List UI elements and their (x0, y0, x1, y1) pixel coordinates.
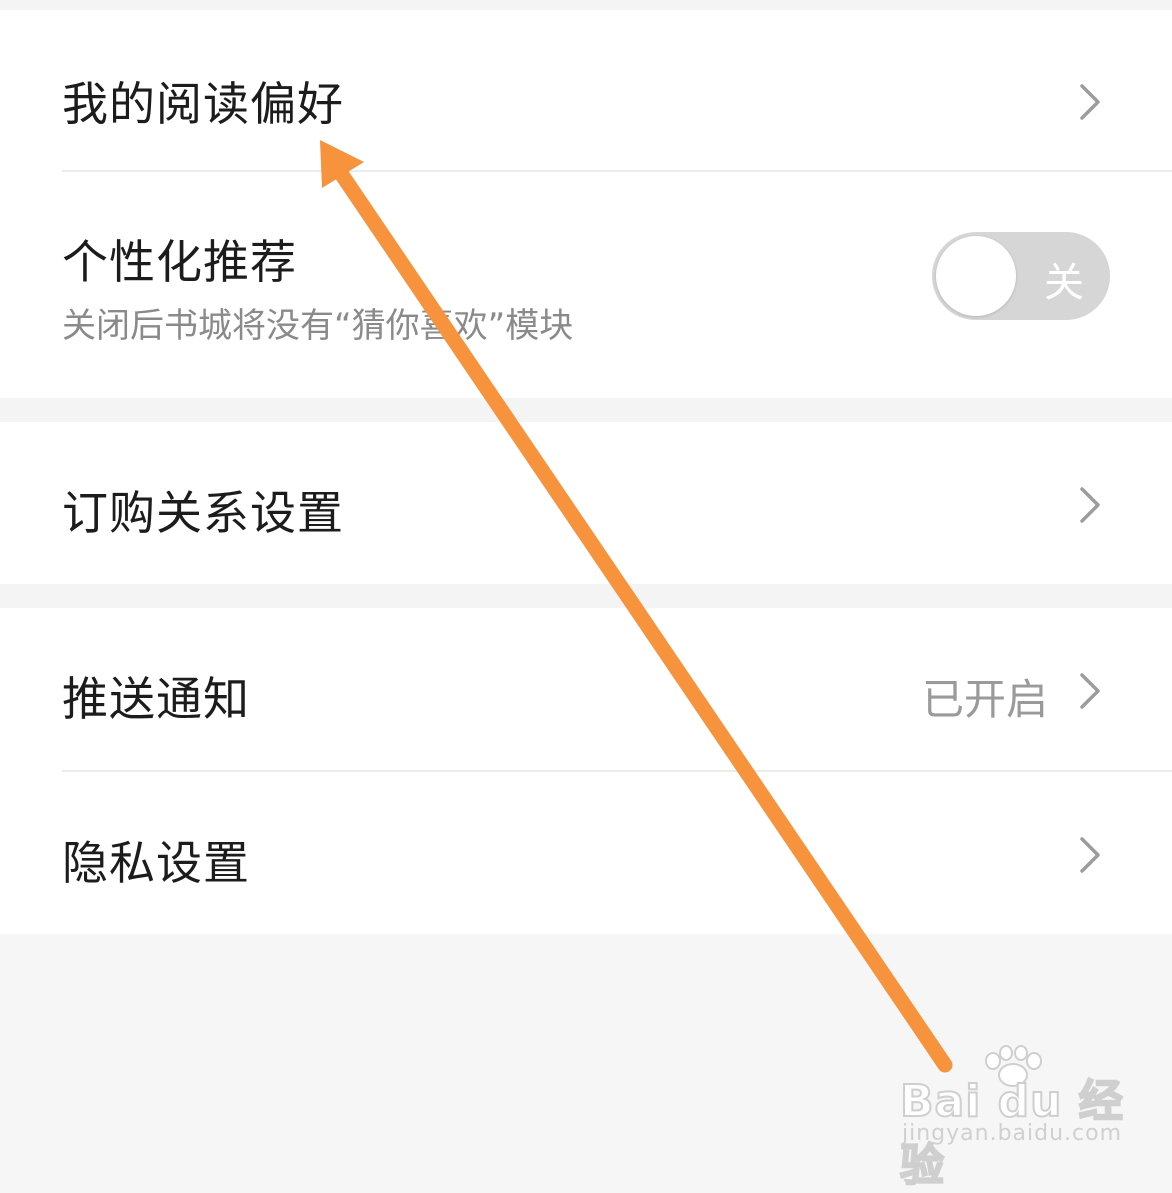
subscription-settings-label: 订购关系设置 (62, 486, 344, 540)
personalized-recommendation-toggle[interactable]: 关 (932, 232, 1110, 320)
push-notification-label: 推送通知 (62, 672, 250, 726)
top-gap (0, 0, 1172, 10)
privacy-settings-row[interactable]: 隐私设置 (0, 772, 1172, 934)
push-notification-status: 已开启 (921, 675, 1048, 724)
section-gap (0, 398, 1172, 422)
privacy-settings-label: 隐私设置 (62, 836, 250, 890)
baidu-jingyan-watermark: Bai du 经验 jingyan.baidu.com (898, 1045, 1128, 1192)
personalized-recommendation-label: 个性化推荐 (62, 235, 297, 289)
reading-preference-row[interactable]: 我的阅读偏好 (0, 10, 1172, 170)
settings-group-3: 推送通知 已开启 隐私设置 (0, 608, 1172, 934)
toggle-state-label: 关 (1044, 260, 1084, 306)
chevron-right-icon (1080, 837, 1100, 873)
settings-group-1: 我的阅读偏好 个性化推荐 关闭后书城将没有“猜你喜欢”模块 关 (0, 10, 1172, 398)
reading-preference-label: 我的阅读偏好 (62, 77, 344, 131)
chevron-right-icon (1080, 673, 1100, 709)
section-gap (0, 584, 1172, 608)
personalized-recommendation-description: 关闭后书城将没有“猜你喜欢”模块 (62, 306, 574, 346)
chevron-right-icon (1080, 84, 1100, 120)
subscription-settings-row[interactable]: 订购关系设置 (0, 422, 1172, 584)
push-notification-row[interactable]: 推送通知 已开启 (0, 608, 1172, 770)
watermark-url: jingyan.baidu.com (902, 1121, 1123, 1146)
settings-group-2: 订购关系设置 (0, 422, 1172, 584)
toggle-knob (936, 236, 1016, 316)
chevron-right-icon (1080, 487, 1100, 523)
personalized-recommendation-row: 个性化推荐 关闭后书城将没有“猜你喜欢”模块 关 (0, 172, 1172, 398)
